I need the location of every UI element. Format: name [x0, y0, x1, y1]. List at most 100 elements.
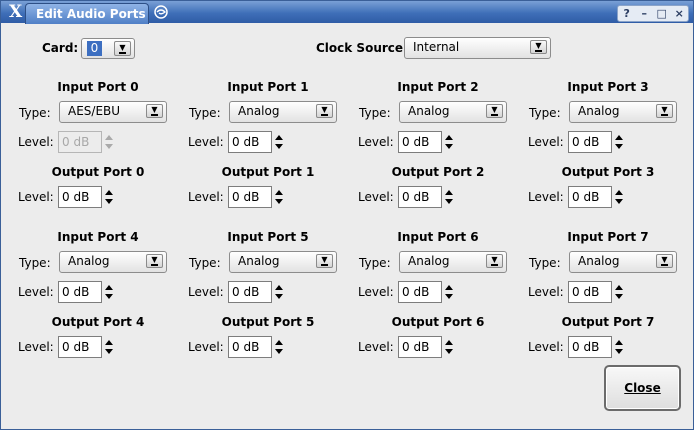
input-type-select[interactable]: Analog ▼ — [229, 251, 337, 273]
output-level-field[interactable]: 0 dB — [228, 186, 272, 208]
spin-up-icon[interactable] — [445, 285, 453, 290]
spin-down-icon[interactable] — [615, 199, 623, 204]
chevron-down-icon[interactable]: ▼ — [316, 254, 333, 268]
output-level-spinbox[interactable]: 0 dB — [228, 336, 286, 358]
output-level-field[interactable]: 0 dB — [398, 336, 442, 358]
spin-down-icon[interactable] — [615, 349, 623, 354]
output-level-field[interactable]: 0 dB — [58, 336, 102, 358]
input-level-spinbox[interactable]: 0 dB — [398, 131, 456, 153]
input-type-select[interactable]: Analog ▼ — [569, 251, 677, 273]
input-level-field[interactable]: 0 dB — [568, 281, 612, 303]
input-port-title: Input Port 3 — [567, 80, 649, 94]
chevron-down-icon[interactable]: ▼ — [656, 254, 673, 268]
spin-down-icon[interactable] — [615, 294, 623, 299]
output-level-field[interactable]: 0 dB — [568, 186, 612, 208]
chevron-down-icon[interactable]: ▼ — [530, 40, 547, 54]
spin-down-icon[interactable] — [445, 144, 453, 149]
spin-up-icon[interactable] — [275, 135, 283, 140]
spin-down-icon[interactable] — [445, 199, 453, 204]
chevron-down-icon[interactable]: ▼ — [486, 104, 503, 118]
card-value: 0 — [87, 41, 102, 56]
level-label: Level: — [358, 135, 394, 149]
spin-down-icon[interactable] — [445, 349, 453, 354]
spin-up-icon[interactable] — [105, 340, 113, 345]
spin-up-icon[interactable] — [275, 190, 283, 195]
spin-buttons — [273, 131, 286, 153]
output-level-spinbox[interactable]: 0 dB — [398, 186, 456, 208]
chevron-down-icon[interactable]: ▼ — [146, 104, 163, 118]
close-window-button[interactable]: × — [671, 7, 689, 21]
spin-down-icon[interactable] — [105, 349, 113, 354]
input-level-spinbox[interactable]: 0 dB — [58, 281, 116, 303]
spin-down-icon[interactable] — [275, 349, 283, 354]
clock-source-select[interactable]: Internal ▼ — [404, 37, 551, 59]
output-level-field[interactable]: 0 dB — [398, 186, 442, 208]
output-level-spinbox[interactable]: 0 dB — [58, 336, 116, 358]
input-level-field[interactable]: 0 dB — [568, 131, 612, 153]
spin-down-icon[interactable] — [105, 199, 113, 204]
close-button[interactable]: Close — [604, 365, 681, 411]
spin-up-icon[interactable] — [615, 135, 623, 140]
input-level-spinbox[interactable]: 0 dB — [568, 281, 626, 303]
input-type-select[interactable]: Analog ▼ — [59, 251, 167, 273]
spin-down-icon[interactable] — [445, 294, 453, 299]
spin-up-icon[interactable] — [445, 135, 453, 140]
input-type-select[interactable]: AES/EBU ▼ — [59, 101, 167, 123]
spin-down-icon[interactable] — [615, 144, 623, 149]
output-level-spinbox[interactable]: 0 dB — [58, 186, 116, 208]
input-level-field[interactable]: 0 dB — [398, 131, 442, 153]
help-button[interactable]: ? — [618, 7, 636, 21]
spin-buttons — [613, 131, 626, 153]
type-label: Type: — [359, 106, 391, 120]
spin-down-icon[interactable] — [105, 294, 113, 299]
input-level-field[interactable]: 0 dB — [58, 281, 102, 303]
chevron-down-icon[interactable]: ▼ — [656, 104, 673, 118]
level-label: Level: — [188, 285, 224, 299]
maximize-button[interactable]: □ — [653, 7, 671, 21]
output-level-field[interactable]: 0 dB — [228, 336, 272, 358]
spin-up-icon[interactable] — [615, 285, 623, 290]
spin-down-icon[interactable] — [275, 199, 283, 204]
input-level-spinbox[interactable]: 0 dB — [568, 131, 626, 153]
clock-source-label: Clock Source: — [316, 41, 408, 55]
input-level-field[interactable]: 0 dB — [228, 131, 272, 153]
chevron-down-icon[interactable]: ▼ — [114, 41, 131, 56]
spin-up-icon[interactable] — [105, 190, 113, 195]
input-type-select[interactable]: Analog ▼ — [569, 101, 677, 123]
input-type-select[interactable]: Analog ▼ — [229, 101, 337, 123]
spin-up-icon[interactable] — [275, 340, 283, 345]
chevron-down-icon[interactable]: ▼ — [486, 254, 503, 268]
level-label: Level: — [358, 340, 394, 354]
input-type-value: Analog — [408, 104, 450, 118]
close-button-label: Close — [624, 381, 661, 395]
chevron-down-icon[interactable]: ▼ — [146, 254, 163, 268]
input-level-field[interactable]: 0 dB — [398, 281, 442, 303]
output-level-spinbox[interactable]: 0 dB — [568, 336, 626, 358]
input-level-spinbox[interactable]: 0 dB — [228, 131, 286, 153]
input-type-select[interactable]: Analog ▼ — [399, 101, 507, 123]
chevron-down-icon[interactable]: ▼ — [316, 104, 333, 118]
output-level-spinbox[interactable]: 0 dB — [228, 186, 286, 208]
input-level-spinbox[interactable]: 0 dB — [398, 281, 456, 303]
spin-up-icon[interactable] — [615, 340, 623, 345]
card-select[interactable]: 0 ▼ — [81, 38, 135, 59]
output-level-field[interactable]: 0 dB — [58, 186, 102, 208]
output-level-field[interactable]: 0 dB — [568, 336, 612, 358]
spin-buttons — [273, 336, 286, 358]
minimize-button[interactable]: – — [636, 7, 654, 21]
spin-up-icon[interactable] — [445, 190, 453, 195]
input-level-field[interactable]: 0 dB — [228, 281, 272, 303]
input-type-select[interactable]: Analog ▼ — [399, 251, 507, 273]
clock-source-value: Internal — [413, 40, 460, 54]
spin-up-icon[interactable] — [275, 285, 283, 290]
spin-up-icon[interactable] — [445, 340, 453, 345]
title-bar[interactable]: X Edit Audio Ports ? – □ × — [1, 1, 693, 24]
spin-up-icon[interactable] — [615, 190, 623, 195]
spin-down-icon[interactable] — [275, 144, 283, 149]
x-app-icon[interactable]: X — [9, 2, 25, 22]
output-level-spinbox[interactable]: 0 dB — [398, 336, 456, 358]
spin-down-icon[interactable] — [275, 294, 283, 299]
spin-up-icon[interactable] — [105, 285, 113, 290]
output-level-spinbox[interactable]: 0 dB — [568, 186, 626, 208]
input-level-spinbox[interactable]: 0 dB — [228, 281, 286, 303]
